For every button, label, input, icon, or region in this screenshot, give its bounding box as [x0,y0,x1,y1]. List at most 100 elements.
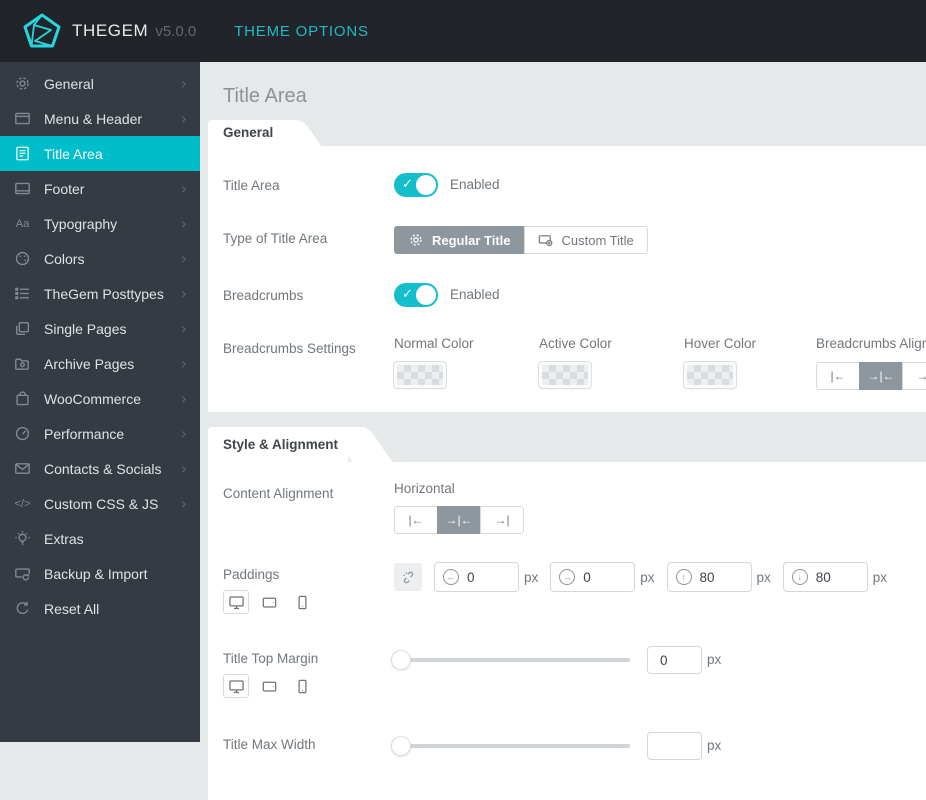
align-center-button[interactable]: →|← [437,506,481,534]
sidebar-item-extras[interactable]: Extras [0,521,200,556]
padding-right-field: → [550,562,636,592]
chevron-right-icon: › [180,213,187,233]
code-icon: </> [14,497,31,510]
arrow-right-circle-icon: → [559,569,576,585]
sidebar-item-contacts-socials[interactable]: Contacts & Socials › [0,451,200,486]
toggle-knob [416,285,436,305]
align-center-button[interactable]: →|← [859,362,903,390]
chevron-right-icon: › [180,353,187,373]
paddings-controls: ← px → px ↑ px ↓ [394,562,887,592]
sidebar-item-thegem-posttypes[interactable]: TheGem Posttypes › [0,276,200,311]
mobile-icon[interactable] [289,674,315,698]
title-top-margin-device-switch [223,674,394,698]
main-content: Title Area General Title Area ✓ Enabled … [200,62,926,800]
brand-version: v5.0.0 [155,22,197,40]
sidebar-item-menu-header[interactable]: Menu & Header › [0,101,200,136]
arrow-down-circle-icon: ↓ [791,569,808,585]
regular-title-button[interactable]: Regular Title [394,226,525,254]
slider-handle[interactable] [392,737,410,755]
reset-icon [14,600,31,617]
backup-icon [14,565,31,582]
title-top-margin-label-block: Title Top Margin [223,646,394,698]
sidebar-item-label: Backup & Import [44,565,148,582]
desktop-icon[interactable] [223,674,249,698]
unit-label: px [707,738,722,753]
row-breadcrumbs: Breadcrumbs ✓ Enabled [223,283,926,307]
brand-name: THEGEM [72,21,149,40]
style-panel: Content Alignment Horizontal |← →|← →| P… [208,462,926,800]
row-paddings: Paddings ← px [223,562,926,614]
active-color-swatch[interactable] [539,362,591,388]
breadcrumbs-alignment-group: |← →|← →| [816,362,926,390]
title-area-toggle[interactable]: ✓ [394,173,438,197]
sidebar: General › Menu & Header › Title Area Foo… [0,62,200,742]
padding-top-input[interactable] [699,569,744,585]
row-breadcrumbs-settings: Breadcrumbs Settings Normal Color Active… [223,336,926,390]
sidebar-item-custom-css-js[interactable]: </> Custom CSS & JS › [0,486,200,521]
normal-color-column: Normal Color [394,336,539,390]
padding-bottom-input[interactable] [815,569,860,585]
padding-right-input[interactable] [583,569,628,585]
breadcrumbs-toggle[interactable]: ✓ [394,283,438,307]
row-content-alignment: Content Alignment Horizontal |← →|← →| [223,481,926,534]
theme-options-link[interactable]: THEME OPTIONS [234,23,369,40]
typography-icon: Aa [15,217,30,230]
sidebar-item-reset-all[interactable]: Reset All [0,591,200,626]
chevron-right-icon: › [180,458,187,478]
gear-icon [14,75,31,92]
tablet-icon[interactable] [256,590,282,614]
tablet-icon[interactable] [256,674,282,698]
hover-color-swatch[interactable] [684,362,736,388]
gear-icon [410,234,422,246]
hover-color-column: Hover Color [684,336,816,390]
sidebar-item-label: Title Area [44,145,103,162]
mobile-icon[interactable] [289,590,315,614]
sidebar-item-archive-pages[interactable]: Archive Pages › [0,346,200,381]
title-top-margin-slider[interactable] [392,651,630,669]
chevron-right-icon: › [180,178,187,198]
folder-icon [14,355,31,372]
sidebar-item-label: Typography [44,215,118,232]
check-icon: ✓ [402,176,413,191]
chevron-right-icon: › [180,388,187,408]
desktop-icon[interactable] [223,590,249,614]
slider-track [394,658,630,662]
breadcrumbs-alignment-label: Breadcrumbs Alignment [816,336,926,351]
sidebar-item-backup-import[interactable]: Backup & Import [0,556,200,591]
check-icon: ✓ [402,286,413,301]
sidebar-item-woocommerce[interactable]: WooCommerce › [0,381,200,416]
sidebar-item-single-pages[interactable]: Single Pages › [0,311,200,346]
padding-top-field: ↑ [666,562,752,592]
regular-title-button-label: Regular Title [432,232,511,248]
arrow-up-circle-icon: ↑ [675,569,692,585]
custom-title-button[interactable]: Custom Title [523,226,648,254]
sidebar-item-performance[interactable]: Performance › [0,416,200,451]
sidebar-item-title-area[interactable]: Title Area [0,136,200,171]
tab-general[interactable]: General [208,120,284,146]
slider-handle[interactable] [392,651,410,669]
normal-color-swatch[interactable] [394,362,446,388]
sidebar-item-label: Archive Pages [44,355,135,372]
unit-label: px [872,569,888,585]
sidebar-item-label: TheGem Posttypes [44,285,164,302]
align-right-button[interactable]: →| [480,506,524,534]
active-color-column: Active Color [539,336,684,390]
sidebar-item-footer[interactable]: Footer › [0,171,200,206]
unit-label: px [524,569,539,585]
align-left-button[interactable]: |← [394,506,438,534]
title-max-width-input[interactable] [647,732,702,760]
sidebar-item-colors[interactable]: Colors › [0,241,200,276]
tab-style-alignment[interactable]: Style & Alignment [208,427,349,462]
title-top-margin-input[interactable] [647,646,702,674]
breadcrumbs-label: Breadcrumbs [223,288,304,303]
align-left-button[interactable]: |← [816,362,860,390]
sidebar-item-typography[interactable]: Aa Typography › [0,206,200,241]
slider-track [394,744,630,748]
sidebar-item-label: Custom CSS & JS [44,495,159,512]
sidebar-item-general[interactable]: General › [0,66,200,101]
unlink-icon[interactable] [394,563,422,591]
align-right-button[interactable]: →| [902,362,926,390]
padding-left-input[interactable] [467,569,511,585]
title-max-width-slider[interactable] [392,737,630,755]
document-icon [14,145,31,162]
